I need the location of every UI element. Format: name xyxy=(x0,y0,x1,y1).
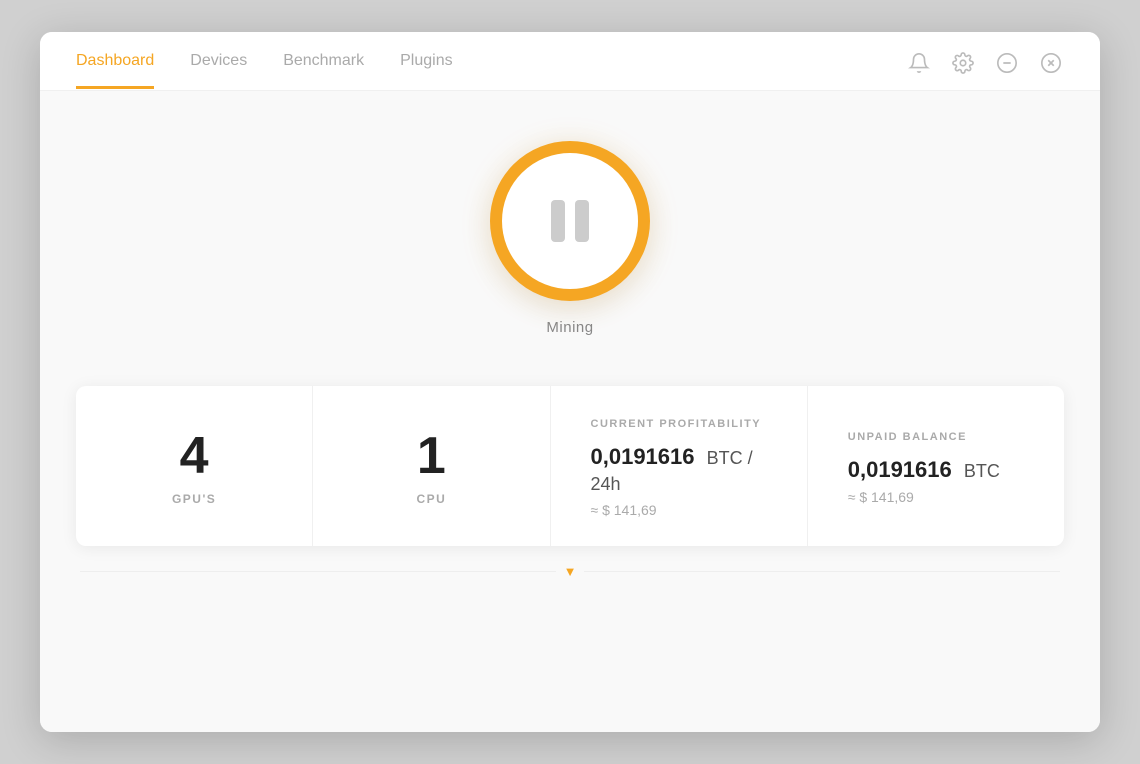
balance-label: UNPAID BALANCE xyxy=(848,431,967,443)
stat-gpus: 4 GPU'S xyxy=(76,386,313,546)
mining-toggle-button[interactable] xyxy=(490,141,650,301)
pause-icon xyxy=(551,200,589,242)
gpu-count-label: GPU'S xyxy=(172,492,216,506)
close-icon[interactable] xyxy=(1038,50,1064,76)
tab-devices[interactable]: Devices xyxy=(190,52,247,89)
bell-icon[interactable] xyxy=(906,50,932,76)
cpu-count-value: 1 xyxy=(417,430,446,482)
balance-btc: 0,0191616 BTC xyxy=(848,457,1000,483)
tab-dashboard[interactable]: Dashboard xyxy=(76,52,154,89)
cpu-count-label: CPU xyxy=(416,492,446,506)
stat-balance: UNPAID BALANCE 0,0191616 BTC ≈ $ 141,69 xyxy=(808,386,1064,546)
tab-benchmark[interactable]: Benchmark xyxy=(283,52,364,89)
mining-button-wrap: Mining xyxy=(490,141,650,336)
balance-usd: ≈ $ 141,69 xyxy=(848,489,914,505)
gpu-count-value: 4 xyxy=(180,430,209,482)
pause-bar-left xyxy=(551,200,565,242)
minimize-icon[interactable] xyxy=(994,50,1020,76)
pause-bar-right xyxy=(575,200,589,242)
nav-tabs: Dashboard Devices Benchmark Plugins xyxy=(76,52,453,89)
bottom-hint-line-right xyxy=(584,571,1060,572)
settings-icon[interactable] xyxy=(950,50,976,76)
stats-row: 4 GPU'S 1 CPU CURRENT PROFITABILITY 0,01… xyxy=(76,386,1064,546)
profitability-btc: 0,0191616 BTC / 24h xyxy=(591,444,787,496)
mining-status-label: Mining xyxy=(546,319,593,336)
stat-cpu: 1 CPU xyxy=(313,386,550,546)
main-content: Mining 4 GPU'S 1 CPU CURRENT PROFITABILI… xyxy=(40,91,1100,732)
profitability-label: CURRENT PROFITABILITY xyxy=(591,418,762,430)
nav-actions xyxy=(906,50,1064,90)
nav-bar: Dashboard Devices Benchmark Plugins xyxy=(40,32,1100,91)
profitability-usd: ≈ $ 141,69 xyxy=(591,502,657,518)
stat-profitability: CURRENT PROFITABILITY 0,0191616 BTC / 24… xyxy=(551,386,808,546)
tab-plugins[interactable]: Plugins xyxy=(400,52,452,89)
app-window: Dashboard Devices Benchmark Plugins xyxy=(40,32,1100,732)
bottom-hint-line xyxy=(80,571,556,572)
bottom-hint: ▼ xyxy=(76,564,1064,579)
bottom-hint-text: ▼ xyxy=(564,564,577,579)
